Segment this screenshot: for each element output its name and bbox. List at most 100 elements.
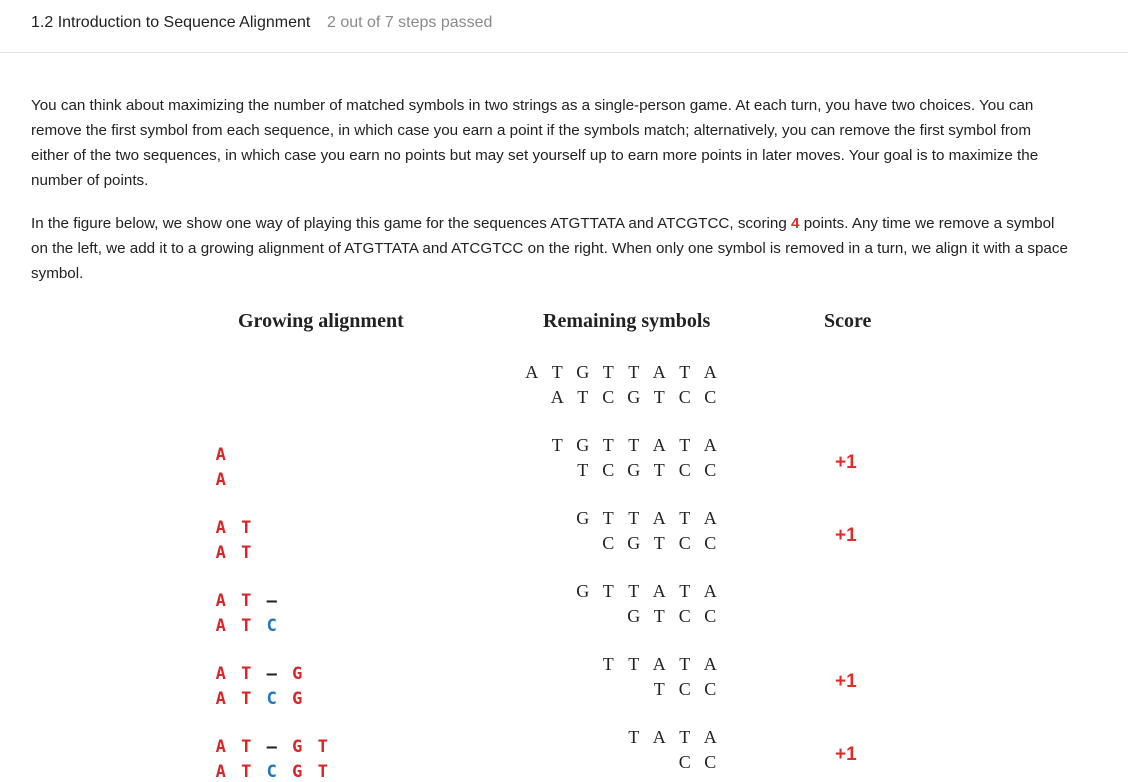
remaining-symbol: T: [679, 362, 691, 382]
remaining-symbol: T: [679, 435, 691, 455]
remaining-symbol: T: [628, 581, 640, 601]
remaining-symbol: T: [602, 508, 614, 528]
remaining-symbol: T: [551, 435, 563, 455]
remaining-symbol: C: [678, 460, 691, 480]
remaining-symbol: T: [628, 435, 640, 455]
score-increment: +1: [835, 452, 857, 473]
remaining-symbol: T: [628, 508, 640, 528]
remaining-symbol: A: [652, 362, 666, 382]
remaining-symbol: C: [704, 606, 717, 626]
remaining-symbol: A: [703, 654, 717, 674]
growing-alignment-header: Growing alignment: [238, 310, 404, 332]
steps-progress: 2 out of 7 steps passed: [327, 14, 493, 31]
remaining-symbol: C: [602, 533, 615, 553]
remaining-symbol: A: [703, 508, 717, 528]
aligned-symbol: T: [241, 543, 252, 563]
remaining-symbol: T: [551, 362, 563, 382]
remaining-symbol: C: [704, 752, 717, 772]
aligned-symbol: A: [215, 762, 226, 782]
remaining-seq-bottom: ATCGTCC: [545, 387, 724, 408]
aligned-symbol: T: [241, 689, 252, 709]
alignment-seq-bottom: AT: [208, 543, 259, 563]
gap-symbol: –: [266, 664, 277, 684]
remaining-symbol: A: [525, 362, 539, 382]
gap-symbol: –: [266, 591, 277, 611]
remaining-symbol: A: [703, 362, 717, 382]
remaining-symbol: T: [577, 387, 589, 407]
lesson-title[interactable]: 1.2 Introduction to Sequence Alignment: [31, 14, 310, 32]
remaining-symbol: T: [653, 387, 665, 407]
alignment-seq-bottom: ATCG: [208, 689, 310, 709]
remaining-symbol: A: [652, 654, 666, 674]
aligned-symbol: T: [317, 762, 328, 782]
remaining-seq-bottom: TCGTCC: [570, 460, 723, 481]
remaining-seq-top: TTATA: [596, 654, 724, 675]
score-increment: +1: [835, 744, 857, 765]
remaining-seq-bottom: GTCC: [621, 606, 723, 627]
aligned-symbol: C: [266, 689, 277, 709]
remaining-symbol: G: [627, 387, 641, 407]
score-header: Score: [824, 310, 872, 332]
aligned-symbol: A: [215, 445, 226, 465]
para2-before: In the figure below, we show one way of …: [31, 215, 792, 232]
aligned-symbol: C: [266, 762, 277, 782]
remaining-symbol: T: [679, 581, 691, 601]
aligned-symbol: T: [241, 762, 252, 782]
remaining-seq-top: TGTTATA: [545, 435, 724, 456]
remaining-symbol: T: [628, 362, 640, 382]
aligned-symbol: T: [241, 518, 252, 538]
remaining-symbol: T: [602, 362, 614, 382]
remaining-symbol: T: [653, 679, 665, 699]
remaining-symbol: C: [678, 679, 691, 699]
remaining-seq-top: ATGTTATA: [519, 362, 723, 383]
remaining-symbol: C: [704, 460, 717, 480]
remaining-symbol: T: [628, 654, 640, 674]
remaining-symbol: C: [678, 606, 691, 626]
alignment-seq-top: A T – G T: [208, 737, 336, 757]
remaining-symbol: C: [602, 387, 615, 407]
remaining-symbol: A: [652, 508, 666, 528]
aligned-symbol: T: [241, 591, 252, 611]
remaining-symbol: C: [678, 533, 691, 553]
alignment-seq-bottom: A: [208, 470, 234, 490]
remaining-symbol: G: [627, 533, 641, 553]
remaining-seq-bottom: CGTCC: [596, 533, 724, 554]
remaining-symbol: T: [679, 727, 691, 747]
remaining-symbol: A: [703, 727, 717, 747]
remaining-symbol: G: [576, 435, 590, 455]
aligned-symbol: A: [215, 664, 226, 684]
aligned-symbol: G: [292, 737, 303, 757]
remaining-seq-top: TATA: [621, 727, 723, 748]
remaining-symbol: T: [577, 460, 589, 480]
remaining-symbol: G: [576, 362, 590, 382]
score-increment: +1: [835, 671, 857, 692]
alignment-seq-top: A T – G: [208, 664, 310, 684]
intro-paragraph: You can think about maximizing the numbe…: [31, 97, 1039, 189]
aligned-symbol: T: [317, 737, 328, 757]
aligned-symbol: G: [292, 689, 303, 709]
aligned-symbol: A: [215, 518, 226, 538]
remaining-symbol: T: [653, 460, 665, 480]
aligned-symbol: A: [215, 616, 226, 636]
remaining-seq-top: GTTATA: [570, 508, 723, 529]
alignment-seq-bottom: ATCGT: [208, 762, 336, 782]
lesson-header: 1.2 Introduction to Sequence Alignment 2…: [0, 0, 1128, 53]
remaining-symbol: C: [704, 387, 717, 407]
remaining-seq-bottom: CC: [672, 752, 723, 773]
aligned-symbol: A: [215, 689, 226, 709]
aligned-symbol: C: [266, 616, 277, 636]
remaining-symbol: C: [678, 752, 691, 772]
remaining-seq-top: GTTATA: [570, 581, 723, 602]
aligned-symbol: A: [215, 591, 226, 611]
remaining-symbol: T: [602, 435, 614, 455]
remaining-symbol: A: [652, 435, 666, 455]
remaining-symbol: G: [627, 606, 641, 626]
figure-description: In the figure below, we show one way of …: [31, 211, 1071, 286]
aligned-symbol: T: [241, 616, 252, 636]
remaining-symbol: T: [602, 581, 614, 601]
remaining-seq-bottom: TCC: [647, 679, 724, 700]
remaining-symbol: T: [653, 606, 665, 626]
remaining-symbol: C: [704, 533, 717, 553]
gap-symbol: –: [266, 737, 277, 757]
aligned-symbol: G: [292, 664, 303, 684]
